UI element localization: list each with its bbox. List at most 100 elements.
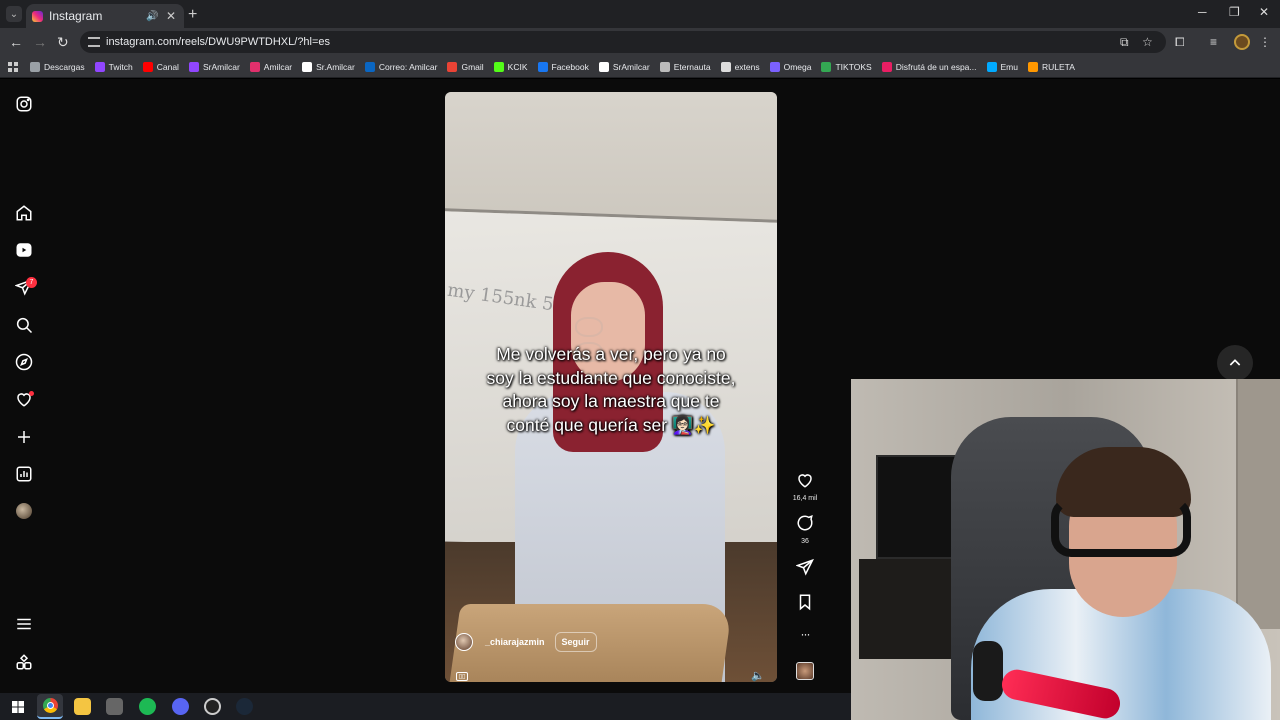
bookmark-star-icon[interactable]: ☆ bbox=[1142, 35, 1153, 49]
also-from-meta-icon[interactable] bbox=[14, 652, 34, 672]
obs-icon[interactable] bbox=[204, 698, 221, 715]
bookmark-label: Eternauta bbox=[673, 61, 711, 72]
reel-caption-overlay: Me volverás a ver, pero ya no soy la est… bbox=[486, 344, 736, 435]
bookmark-favicon-icon bbox=[821, 61, 832, 72]
file-explorer-icon[interactable] bbox=[74, 698, 91, 715]
bookmark-favicon-icon bbox=[493, 61, 504, 72]
bookmark-label: Facebook bbox=[551, 61, 589, 72]
save-button[interactable] bbox=[790, 593, 820, 616]
url-omnibox[interactable]: instagram.com/reels/DWU9PWTDHXL/?hl=es bbox=[80, 31, 1166, 53]
reload-icon[interactable]: ↻ bbox=[57, 34, 69, 51]
webcam-door bbox=[1236, 379, 1280, 629]
browser-menu-icon[interactable]: ⋮ bbox=[1259, 35, 1271, 49]
bookmark-item[interactable]: SrAmilcar bbox=[598, 61, 650, 72]
volume-icon[interactable]: 🔈 bbox=[751, 669, 765, 682]
media-control-icon[interactable]: ≡ bbox=[1210, 35, 1217, 49]
bookmark-item[interactable]: Descargas bbox=[30, 61, 85, 72]
profile-avatar-sidebar[interactable] bbox=[16, 503, 32, 519]
spotify-icon[interactable] bbox=[139, 698, 156, 715]
bookmark-item[interactable]: Canal bbox=[142, 61, 179, 72]
bookmark-favicon-icon bbox=[364, 61, 375, 72]
share-button[interactable] bbox=[790, 558, 820, 581]
bookmark-item[interactable]: Amilcar bbox=[249, 61, 293, 72]
bookmark-label: Emu bbox=[1000, 61, 1018, 72]
messages-badge: 7 bbox=[26, 277, 37, 288]
bookmark-item[interactable]: Omega bbox=[769, 61, 812, 72]
audio-thumbnail[interactable] bbox=[796, 662, 814, 680]
reels-icon[interactable] bbox=[14, 240, 34, 260]
forward-icon[interactable]: → bbox=[33, 34, 47, 50]
captions-toggle-icon[interactable]: ▯▯ bbox=[456, 672, 468, 681]
bookmarks-bar: Descargas Twitch Canal SrAmilcar Amilcar Sr.A… bbox=[0, 56, 1280, 78]
close-window-icon[interactable]: ✕ bbox=[1259, 5, 1269, 19]
restore-icon[interactable]: ❐ bbox=[1229, 5, 1240, 19]
notifications-dot bbox=[29, 391, 34, 396]
bookmark-label: Disfrutá de un espa... bbox=[895, 61, 977, 72]
tab-search-button[interactable]: ⌄ bbox=[6, 6, 22, 22]
bookmark-favicon-icon bbox=[188, 61, 199, 72]
comment-button[interactable]: 36 bbox=[790, 514, 820, 545]
more-options-button[interactable]: ··· bbox=[790, 627, 820, 641]
bookmark-item[interactable]: KCIK bbox=[493, 61, 528, 72]
reel-video[interactable]: my 155nk 5 Me volverás a ver, pero ya no… bbox=[445, 92, 777, 682]
bookmark-label: extens bbox=[734, 61, 760, 72]
apps-grid-icon[interactable] bbox=[8, 61, 18, 72]
minimize-icon[interactable]: ─ bbox=[1198, 5, 1207, 19]
more-menu-icon[interactable] bbox=[14, 614, 34, 634]
steam-icon[interactable] bbox=[236, 698, 253, 715]
bookmark-item[interactable]: SrAmilcar bbox=[188, 61, 240, 72]
bookmark-label: Canal bbox=[156, 61, 179, 72]
bookmark-label: SrAmilcar bbox=[202, 61, 240, 72]
app-icon-1[interactable] bbox=[106, 698, 123, 715]
discord-icon[interactable] bbox=[172, 698, 189, 715]
bookmark-item[interactable]: Facebook bbox=[537, 61, 589, 72]
bookmark-item[interactable]: extens bbox=[720, 61, 760, 72]
new-tab-button[interactable]: + bbox=[188, 6, 197, 24]
bookmark-favicon-icon bbox=[249, 61, 260, 72]
previous-reel-button[interactable] bbox=[1217, 345, 1253, 381]
extensions-icon[interactable]: ⧠ bbox=[1175, 35, 1185, 50]
instagram-sidebar: 7 bbox=[0, 79, 48, 693]
bookmark-label: Amilcar bbox=[263, 61, 293, 72]
windows-taskbar bbox=[0, 693, 851, 720]
bookmark-favicon-icon bbox=[302, 61, 313, 72]
home-icon[interactable] bbox=[14, 203, 34, 223]
author-username[interactable]: _chiarajazmin bbox=[485, 637, 545, 647]
bookmark-item[interactable]: RULETA bbox=[1027, 61, 1075, 72]
windows-start-icon[interactable] bbox=[9, 698, 26, 715]
dashboard-icon[interactable] bbox=[14, 464, 34, 484]
like-button[interactable]: 16,4 mil bbox=[790, 471, 820, 502]
follow-button[interactable]: Seguir bbox=[554, 632, 597, 652]
address-bar-row: ← → ↻ instagram.com/reels/DWU9PWTDHXL/?h… bbox=[0, 28, 1280, 56]
browser-tab[interactable]: Instagram 🔊 ✕ bbox=[26, 4, 184, 28]
share-icon bbox=[795, 558, 814, 576]
profile-avatar[interactable] bbox=[1234, 34, 1250, 50]
bookmark-item[interactable]: TIKTOKS bbox=[821, 61, 872, 72]
close-tab-icon[interactable]: ✕ bbox=[166, 9, 178, 23]
bookmark-item[interactable]: Correo: Amilcar bbox=[364, 61, 437, 72]
search-icon[interactable] bbox=[14, 315, 34, 335]
install-app-icon[interactable]: ⧉ bbox=[1120, 35, 1129, 50]
bookmark-item[interactable]: Emu bbox=[986, 61, 1018, 72]
bookmark-favicon-icon bbox=[881, 61, 892, 72]
bookmark-item[interactable]: Disfrutá de un espa... bbox=[881, 61, 977, 72]
audio-playing-icon[interactable]: 🔊 bbox=[146, 11, 160, 22]
chrome-taskbar-icon[interactable] bbox=[37, 694, 63, 719]
bookmark-item[interactable]: Sr.Amilcar bbox=[302, 61, 355, 72]
bookmark-favicon-icon bbox=[447, 61, 458, 72]
instagram-favicon-icon bbox=[32, 10, 43, 22]
person-glasses bbox=[575, 317, 641, 362]
explore-icon[interactable] bbox=[14, 352, 34, 372]
bookmark-item[interactable]: Eternauta bbox=[659, 61, 711, 72]
create-plus-icon[interactable] bbox=[14, 427, 34, 447]
heart-icon bbox=[798, 474, 812, 488]
author-avatar[interactable] bbox=[455, 633, 473, 651]
bookmark-label: Twitch bbox=[108, 61, 133, 72]
bookmark-label: Gmail bbox=[461, 61, 484, 72]
instagram-logo-icon[interactable] bbox=[14, 94, 34, 114]
back-icon[interactable]: ← bbox=[9, 34, 23, 50]
site-info-icon[interactable] bbox=[88, 37, 100, 47]
bookmark-item[interactable]: Gmail bbox=[447, 61, 484, 72]
bookmark-item[interactable]: Twitch bbox=[94, 61, 133, 72]
bookmark-label: Omega bbox=[783, 61, 812, 72]
